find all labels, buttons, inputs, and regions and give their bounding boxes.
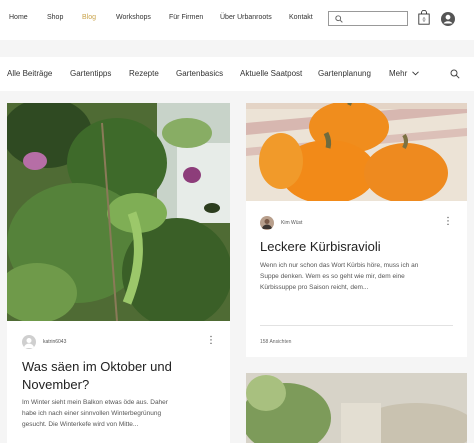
search-icon[interactable] bbox=[450, 69, 460, 79]
author-avatar bbox=[22, 335, 36, 349]
category-aktuelle-saatpost[interactable]: Aktuelle Saatpost bbox=[240, 69, 302, 78]
blog-post-card[interactable]: katrin6043 ⋮ Was säen im Oktober und Nov… bbox=[7, 103, 230, 443]
post-excerpt-line-3: gesucht. Die Winterkefe wird von Mitte..… bbox=[22, 421, 139, 428]
post-author[interactable]: Kim Wüst bbox=[260, 216, 302, 230]
blog-post-card[interactable] bbox=[246, 373, 467, 443]
card-divider bbox=[260, 325, 453, 326]
category-bar: Alle Beiträge Gartentipps Rezepte Garten… bbox=[0, 57, 474, 91]
author-avatar bbox=[260, 216, 274, 230]
top-navigation: Home Shop Blog Workshops Für Firmen Über… bbox=[0, 0, 474, 40]
post-author[interactable]: katrin6043 bbox=[22, 335, 66, 349]
post-title[interactable]: Was säen im Oktober und November? bbox=[22, 358, 172, 394]
post-excerpt-line-2: Suppe denken. Wem es so geht wie mir, de… bbox=[260, 273, 405, 280]
author-name: katrin6043 bbox=[43, 339, 67, 345]
author-name: Kim Wüst bbox=[281, 220, 303, 226]
more-dots-icon[interactable]: ⋮ bbox=[443, 217, 453, 227]
post-image-pea-plant bbox=[7, 103, 230, 321]
post-title[interactable]: Leckere Kürbisravioli bbox=[260, 238, 381, 256]
more-dots-icon[interactable]: ⋮ bbox=[206, 336, 216, 346]
post-excerpt-line-1: Im Winter sieht mein Balkon etwas öde au… bbox=[22, 399, 168, 406]
category-gartenbasics[interactable]: Gartenbasics bbox=[176, 69, 223, 78]
nav-shop[interactable]: Shop bbox=[47, 14, 63, 21]
account-icon[interactable] bbox=[441, 12, 455, 26]
post-excerpt: Im Winter sieht mein Balkon etwas öde au… bbox=[22, 397, 168, 430]
nav-fuer-firmen[interactable]: Für Firmen bbox=[169, 14, 203, 21]
nav-kontakt[interactable]: Kontakt bbox=[289, 14, 313, 21]
nav-blog[interactable]: Blog bbox=[82, 14, 96, 21]
category-gartenplanung[interactable]: Gartenplanung bbox=[318, 69, 371, 78]
post-excerpt-line-3: Kürbissuppe pro Saison reicht, dem... bbox=[260, 284, 369, 291]
svg-text:0: 0 bbox=[423, 18, 426, 24]
post-title-line-1: Was säen im Oktober und bbox=[22, 359, 172, 374]
chevron-down-icon bbox=[412, 71, 420, 76]
post-excerpt: Wenn ich nur schon das Wort Kürbis höre,… bbox=[260, 260, 418, 293]
nav-workshops[interactable]: Workshops bbox=[116, 14, 151, 21]
category-gartentipps[interactable]: Gartentipps bbox=[70, 69, 111, 78]
post-views: 158 Ansichten bbox=[260, 339, 292, 345]
post-excerpt-line-2: habe ich nach einer sinnvollen Winterbeg… bbox=[22, 410, 162, 417]
post-excerpt-line-1: Wenn ich nur schon das Wort Kürbis höre,… bbox=[260, 262, 419, 269]
category-rezepte[interactable]: Rezepte bbox=[129, 69, 159, 78]
nav-ueber-urbanroots[interactable]: Über Urbanroots bbox=[220, 14, 272, 21]
post-image-pumpkins bbox=[246, 103, 467, 201]
search-icon bbox=[335, 15, 343, 23]
blog-post-card[interactable]: Kim Wüst ⋮ Leckere Kürbisravioli Wenn ic… bbox=[246, 103, 467, 357]
search-input[interactable] bbox=[328, 11, 408, 26]
category-alle-beitraege[interactable]: Alle Beiträge bbox=[7, 69, 52, 78]
cart-icon[interactable]: 0 bbox=[418, 10, 430, 25]
category-mehr-label: Mehr bbox=[389, 69, 408, 78]
post-image bbox=[246, 373, 467, 443]
post-title-line-2: November? bbox=[22, 377, 90, 392]
category-mehr[interactable]: Mehr bbox=[389, 69, 420, 78]
nav-home[interactable]: Home bbox=[9, 14, 28, 21]
